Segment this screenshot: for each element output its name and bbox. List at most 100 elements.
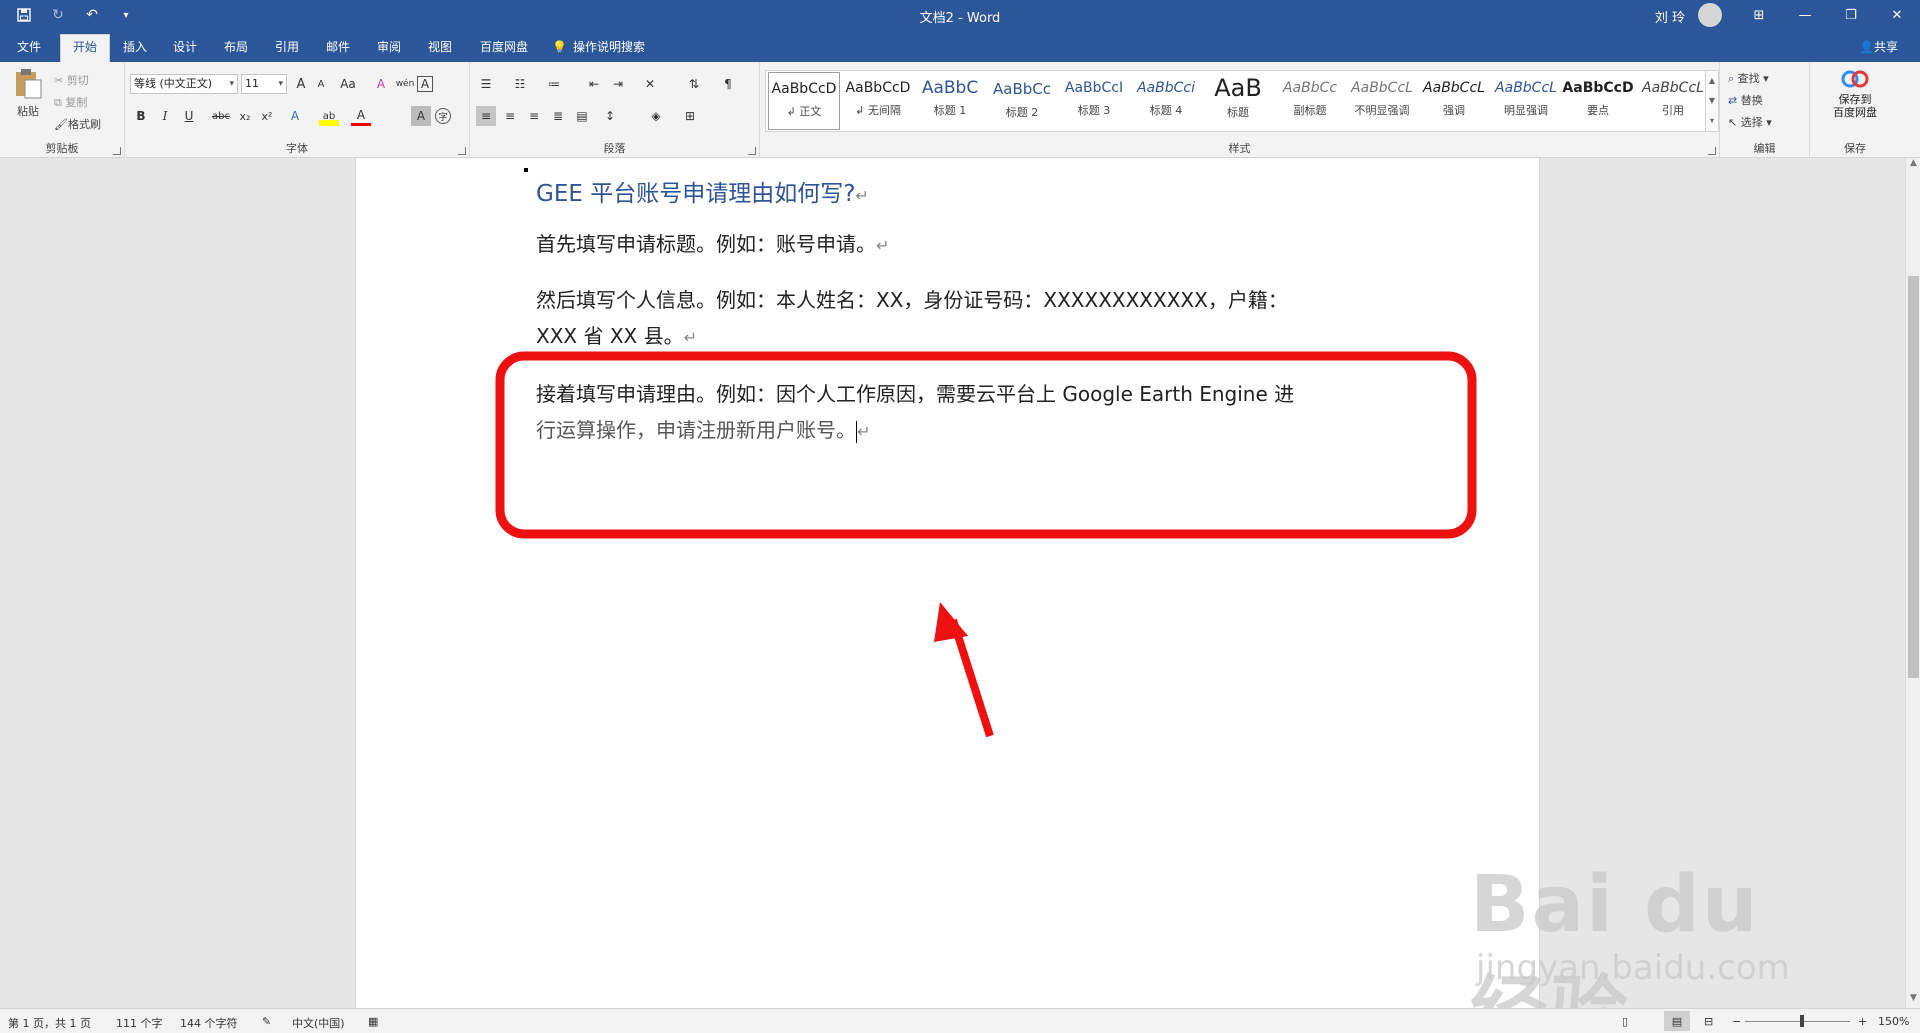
- paste-button[interactable]: 粘贴: [8, 68, 48, 128]
- style-heading-2[interactable]: AaBbCc 标题 2: [986, 72, 1058, 130]
- clipboard-launcher-icon[interactable]: [113, 147, 121, 155]
- underline-button[interactable]: U: [179, 106, 199, 126]
- character-shading-icon[interactable]: A: [411, 106, 431, 126]
- numbering-icon[interactable]: ☷: [510, 74, 530, 94]
- restore-button[interactable]: ❐: [1828, 0, 1874, 30]
- borders-icon[interactable]: ⊞: [680, 106, 700, 126]
- user-name[interactable]: 刘 玲: [1655, 7, 1685, 26]
- enclose-characters-icon[interactable]: 字: [435, 108, 451, 124]
- scroll-up-icon[interactable]: ▲: [1906, 158, 1920, 173]
- tab-review[interactable]: 审阅: [368, 36, 410, 62]
- styles-scroll[interactable]: ▲ ▼ ▾: [1705, 70, 1719, 132]
- zoom-slider-thumb[interactable]: [1800, 1015, 1804, 1027]
- justify-icon[interactable]: ≣: [548, 106, 568, 126]
- close-button[interactable]: ✕: [1874, 0, 1920, 30]
- copy-button[interactable]: ⧉ 复制: [54, 94, 87, 110]
- superscript-button[interactable]: x²: [257, 106, 277, 126]
- shading-icon[interactable]: ◈: [646, 106, 666, 126]
- multilevel-list-icon[interactable]: ≔: [544, 74, 564, 94]
- char-count[interactable]: 144 个字符: [180, 1015, 238, 1031]
- style-emphasis[interactable]: AaBbCcL 强调: [1418, 72, 1490, 130]
- style-strong[interactable]: AaBbCcD 要点: [1562, 72, 1634, 130]
- replace-button[interactable]: ⇄ 替换: [1728, 92, 1763, 108]
- phonetic-guide-icon[interactable]: wén: [395, 74, 415, 94]
- italic-button[interactable]: I: [155, 106, 175, 126]
- decrease-indent-icon[interactable]: ⇤: [584, 74, 604, 94]
- clear-formatting-icon[interactable]: A: [371, 74, 391, 94]
- bullets-icon[interactable]: ☰: [476, 74, 496, 94]
- subscript-button[interactable]: x₂: [235, 106, 255, 126]
- style-no-spacing[interactable]: AaBbCcD ↲ 无间隔: [842, 72, 914, 130]
- style-subtle-emphasis[interactable]: AaBbCcL 不明显强调: [1346, 72, 1418, 130]
- share-button[interactable]: 👤共享: [1859, 38, 1898, 55]
- align-right-icon[interactable]: ≡: [524, 106, 544, 126]
- tab-file[interactable]: 文件: [8, 36, 50, 62]
- proofing-icon[interactable]: ✎: [262, 1015, 271, 1028]
- tab-insert[interactable]: 插入: [114, 36, 156, 62]
- web-layout-icon[interactable]: ⊟: [1704, 1015, 1713, 1028]
- strikethrough-button[interactable]: abc: [209, 106, 233, 126]
- highlight-color-icon[interactable]: ab: [319, 106, 339, 126]
- shrink-font-icon[interactable]: A: [311, 74, 331, 94]
- ribbon-display-options-icon[interactable]: ⊞: [1736, 0, 1782, 30]
- tab-layout[interactable]: 布局: [215, 36, 257, 62]
- bold-button[interactable]: B: [131, 106, 151, 126]
- read-mode-icon[interactable]: ▯: [1622, 1015, 1628, 1028]
- tab-mailings[interactable]: 邮件: [317, 36, 359, 62]
- scroll-down-icon[interactable]: ▼: [1906, 993, 1920, 1008]
- chinese-layout-icon[interactable]: ✕: [640, 74, 660, 94]
- style-intense-emphasis[interactable]: AaBbCcL 明显强调: [1490, 72, 1562, 130]
- styles-launcher-icon[interactable]: [1708, 147, 1716, 155]
- cut-button[interactable]: ✂ 剪切: [54, 72, 89, 88]
- sort-icon[interactable]: ⇅: [684, 74, 704, 94]
- tab-baidu-netdisk[interactable]: 百度网盘: [473, 36, 535, 62]
- minimize-button[interactable]: —: [1782, 0, 1828, 30]
- scrollbar-thumb[interactable]: [1908, 276, 1919, 678]
- zoom-level[interactable]: 150%: [1878, 1015, 1909, 1028]
- font-size-combo[interactable]: 11: [241, 74, 287, 94]
- style-subtitle[interactable]: AaBbCc 副标题: [1274, 72, 1346, 130]
- avatar[interactable]: [1698, 3, 1722, 27]
- macro-record-icon[interactable]: ▦: [368, 1015, 378, 1028]
- tab-view[interactable]: 视图: [419, 36, 461, 62]
- font-color-icon[interactable]: A: [351, 106, 371, 126]
- line-spacing-icon[interactable]: ↕: [600, 106, 620, 126]
- vertical-scrollbar[interactable]: ▲ ▼: [1905, 158, 1920, 1008]
- zoom-in-button[interactable]: +: [1858, 1015, 1867, 1028]
- zoom-out-button[interactable]: −: [1732, 1015, 1741, 1028]
- select-button[interactable]: ↖ 选择 ▾: [1728, 114, 1772, 130]
- print-layout-icon[interactable]: ▤: [1664, 1011, 1690, 1031]
- increase-indent-icon[interactable]: ⇥: [608, 74, 628, 94]
- paragraph-launcher-icon[interactable]: [748, 147, 756, 155]
- font-launcher-icon[interactable]: [458, 147, 466, 155]
- tab-home[interactable]: 开始: [60, 34, 110, 62]
- align-center-icon[interactable]: ≡: [500, 106, 520, 126]
- distributed-icon[interactable]: ▤: [572, 106, 592, 126]
- change-case-icon[interactable]: Aa: [335, 74, 361, 94]
- language-indicator[interactable]: 中文(中国): [292, 1015, 345, 1031]
- style-name: ↲ 正文: [786, 105, 822, 118]
- style-sample: AaBbCcD: [771, 81, 837, 97]
- grow-font-icon[interactable]: A: [291, 74, 311, 94]
- align-left-icon[interactable]: ≡: [476, 106, 496, 126]
- style-normal[interactable]: AaBbCcD ↲ 正文: [768, 72, 840, 130]
- text-effects-icon[interactable]: A: [285, 106, 305, 126]
- save-to-baidu-button[interactable]: 保存到 百度网盘: [1820, 68, 1890, 119]
- word-count[interactable]: 111 个字: [116, 1015, 163, 1031]
- style-heading-1[interactable]: AaBbC 标题 1: [914, 72, 986, 130]
- font-name-combo[interactable]: 等线 (中文正文): [130, 74, 238, 94]
- show-marks-icon[interactable]: ¶: [718, 74, 738, 94]
- tell-me-search[interactable]: 💡 操作说明搜索: [552, 36, 672, 62]
- format-painter-button[interactable]: 🖌格式刷: [54, 116, 101, 132]
- style-quote[interactable]: AaBbCcL 引用: [1634, 72, 1712, 130]
- page-count[interactable]: 第 1 页，共 1 页: [8, 1015, 91, 1031]
- style-sample: AaBbCcL: [1642, 80, 1704, 96]
- zoom-slider-track[interactable]: [1745, 1021, 1850, 1022]
- tab-design[interactable]: 设计: [164, 36, 206, 62]
- style-heading-4[interactable]: AaBbCci 标题 4: [1130, 72, 1202, 130]
- style-heading-3[interactable]: AaBbCcI 标题 3: [1058, 72, 1130, 130]
- find-button[interactable]: ⌕ 查找 ▾: [1728, 70, 1769, 86]
- style-title[interactable]: AaB 标题: [1202, 72, 1274, 130]
- character-border-icon[interactable]: A: [417, 76, 433, 92]
- tab-references[interactable]: 引用: [266, 36, 308, 62]
